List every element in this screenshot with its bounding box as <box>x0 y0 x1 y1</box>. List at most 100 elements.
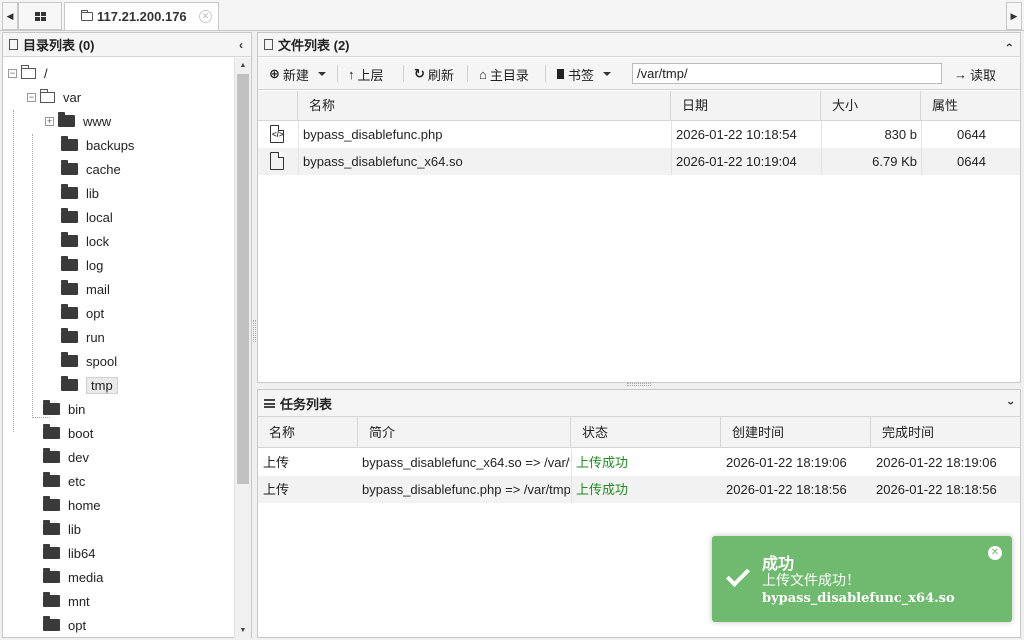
new-button[interactable]: ⊕ 新建 <box>269 64 326 84</box>
tree-node-dev[interactable]: dev <box>43 447 89 467</box>
success-toast[interactable]: 成功 上传文件成功！ bypass_disablefunc_x64.so ✕ <box>712 536 1012 622</box>
column-header-created[interactable]: 创建时间 <box>721 417 871 448</box>
tree-node-media[interactable]: media <box>43 567 103 587</box>
directory-scrollbar[interactable]: ▲ ▼ <box>234 58 251 638</box>
home-tab[interactable] <box>18 2 62 30</box>
home-dir-button[interactable]: ⌂ 主目录 <box>479 64 529 84</box>
directory-panel-header: 目录列表 (0) ‹ <box>3 33 251 57</box>
task-desc: bypass_disablefunc_x64.so => /var/tmp/ <box>362 455 570 470</box>
tree-node-log[interactable]: log <box>61 255 103 275</box>
bookmark-button-label: 书签 <box>568 67 595 83</box>
file-icon <box>270 152 284 170</box>
home-icon: ⌂ <box>479 66 487 82</box>
tree-node-etc[interactable]: etc <box>43 471 85 491</box>
column-divider <box>571 476 572 503</box>
tree-node-bin[interactable]: bin <box>43 399 85 419</box>
files-toolbar: ⊕ 新建 ↑ 上层 ↻ 刷新 ⌂ 主目录 书签 → 读取 <box>258 58 1020 90</box>
tree-node-label: media <box>68 569 104 585</box>
tree-node-opt-root[interactable]: opt <box>43 615 86 635</box>
path-input[interactable] <box>632 63 942 84</box>
tasks-panel-header: 任务列表 ‹ <box>258 390 1020 417</box>
toast-message: 上传文件成功！ <box>762 573 860 589</box>
tree-node-lock[interactable]: lock <box>61 231 109 251</box>
toolbar-divider <box>545 65 546 82</box>
tab-scroll-right-button[interactable]: ▶ <box>1006 2 1022 30</box>
column-divider <box>671 148 672 175</box>
file-row[interactable]: </> bypass_disablefunc.php 2026-01-22 10… <box>258 121 1020 148</box>
list-icon <box>264 398 275 408</box>
scrollbar-thumb[interactable] <box>237 74 249 484</box>
expand-icon[interactable]: + <box>45 116 54 126</box>
collapse-icon[interactable]: − <box>27 92 36 102</box>
horizontal-splitter[interactable] <box>627 383 651 386</box>
tree-node-var[interactable]: − var <box>27 87 81 107</box>
files-grid-header: 名称 日期 大小 属性 <box>258 91 1020 121</box>
tree-node-run[interactable]: run <box>61 327 105 347</box>
tree-node-label: etc <box>68 473 86 489</box>
collapse-left-icon[interactable]: ‹ <box>239 38 243 52</box>
tree-node-www[interactable]: + www <box>45 111 111 131</box>
tree-node-lib[interactable]: lib <box>61 183 99 203</box>
column-header-name[interactable]: 名称 <box>298 91 671 121</box>
column-header-size[interactable]: 大小 <box>821 91 921 121</box>
folder-icon <box>43 592 60 607</box>
tab-host[interactable]: 117.21.200.176 ✕ <box>64 2 219 30</box>
folder-icon <box>61 232 78 247</box>
tree-node-opt[interactable]: opt <box>61 303 104 323</box>
tree-node-cache[interactable]: cache <box>61 159 121 179</box>
column-divider <box>571 449 572 476</box>
tree-guide <box>13 110 14 432</box>
tree-node-label: boot <box>68 425 94 441</box>
scroll-down-icon[interactable]: ▼ <box>235 623 251 638</box>
tree-node-root[interactable]: − / <box>8 63 48 83</box>
close-icon[interactable]: ✕ <box>988 546 1002 560</box>
tree-node-boot[interactable]: boot <box>43 423 93 443</box>
collapse-icon[interactable]: − <box>8 68 17 78</box>
tree-node-home[interactable]: home <box>43 495 101 515</box>
column-header-desc[interactable]: 简介 <box>358 417 571 448</box>
column-header-task-name[interactable]: 名称 <box>258 417 358 448</box>
tree-node-label: lib <box>86 185 100 201</box>
up-button[interactable]: ↑ 上层 <box>348 64 384 84</box>
tree-node-label: local <box>86 209 113 225</box>
tree-node-mnt[interactable]: mnt <box>43 591 90 611</box>
folder-icon <box>61 376 78 391</box>
refresh-button[interactable]: ↻ 刷新 <box>414 64 454 84</box>
scroll-up-icon[interactable]: ▲ <box>235 58 251 73</box>
task-status: 上传成功 <box>576 455 629 470</box>
caret-down-icon <box>603 72 612 76</box>
task-row[interactable]: 上传 bypass_disablefunc.php => /var/tmp/ 上… <box>258 476 1020 503</box>
file-list-icon <box>264 39 273 50</box>
column-header-attr[interactable]: 属性 <box>921 91 1020 121</box>
task-finished: 2026-01-22 18:18:56 <box>876 482 997 497</box>
column-header-finished[interactable]: 完成时间 <box>871 417 1020 448</box>
refresh-button-label: 刷新 <box>427 67 454 83</box>
task-row[interactable]: 上传 bypass_disablefunc_x64.so => /var/tmp… <box>258 449 1020 476</box>
bookmark-button[interactable]: 书签 <box>557 64 612 84</box>
column-header-status[interactable]: 状态 <box>571 417 721 448</box>
vertical-splitter[interactable] <box>253 320 256 342</box>
tree-node-mail[interactable]: mail <box>61 279 110 299</box>
close-icon[interactable]: ✕ <box>199 10 212 23</box>
column-header-date[interactable]: 日期 <box>671 91 821 121</box>
file-row[interactable]: bypass_disablefunc_x64.so 2026-01-22 10:… <box>258 148 1020 175</box>
tree-node-lib64[interactable]: lib64 <box>43 543 95 563</box>
read-button[interactable]: → 读取 <box>954 64 996 84</box>
folder-open-icon <box>21 64 36 79</box>
tree-node-tmp[interactable]: tmp <box>61 375 118 395</box>
file-size: 6.79 Kb <box>872 154 917 169</box>
tab-scroll-left-button[interactable]: ◀ <box>2 2 18 30</box>
folder-icon <box>61 208 78 223</box>
tree-node-label: mail <box>86 281 110 297</box>
tree-node-backups[interactable]: backups <box>61 135 134 155</box>
refresh-icon: ↻ <box>414 66 425 81</box>
collapse-up-icon[interactable]: ‹ <box>1003 43 1017 47</box>
tree-node-lib-root[interactable]: lib <box>43 519 81 539</box>
bookmark-icon <box>557 69 564 79</box>
tab-bar: ◀ 117.21.200.176 ✕ ▶ <box>0 0 1024 31</box>
folder-icon <box>61 328 78 343</box>
tree-node-local[interactable]: local <box>61 207 113 227</box>
task-name: 上传 <box>263 455 290 470</box>
collapse-down-icon[interactable]: ‹ <box>1003 401 1017 405</box>
tree-node-spool[interactable]: spool <box>61 351 117 371</box>
